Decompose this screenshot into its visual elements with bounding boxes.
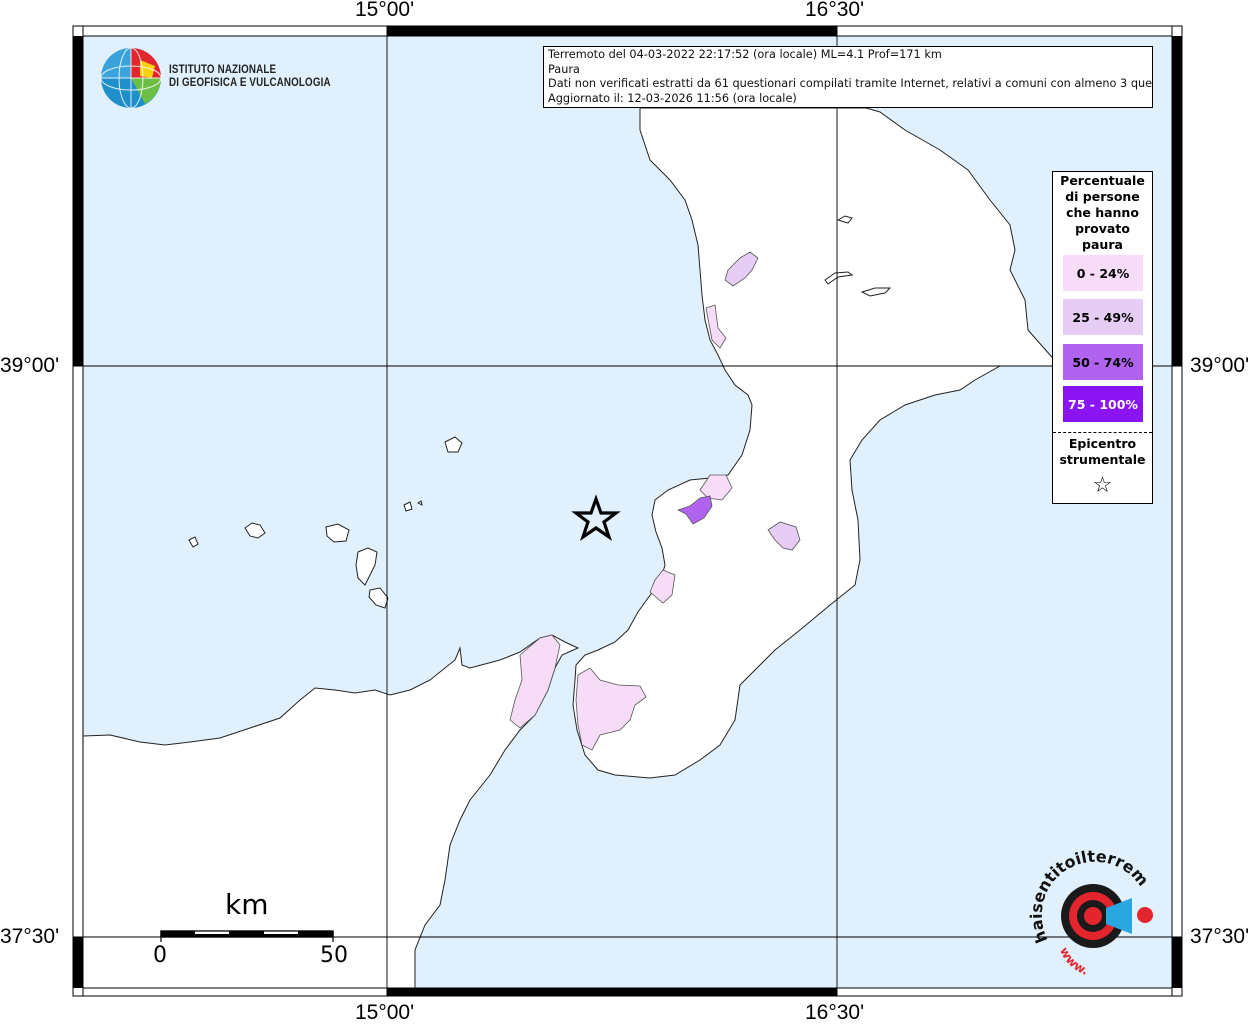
lat-label-right-2: 37°30' (1190, 925, 1250, 948)
institute-name: ISTITUTO NAZIONALE DI GEOFISICA E VULCAN… (169, 64, 331, 90)
legend-title-line: che hanno (1066, 205, 1139, 220)
legend-title-line: Percentuale (1060, 173, 1145, 188)
institute-line1: ISTITUTO NAZIONALE (169, 64, 277, 76)
legend: Percentuale di persone che hanno provato… (1052, 171, 1153, 504)
lon-label-bottom-1: 15°00' (355, 1001, 415, 1024)
lon-label-top-2: 16°30' (805, 0, 865, 21)
legend-title-line: paura (1082, 237, 1123, 252)
info-box: Terremoto del 04-03-2022 22:17:52 (ora l… (543, 46, 1153, 108)
lon-label-top-1: 15°00' (355, 0, 415, 21)
legend-class-25-49: 25 - 49% (1063, 299, 1143, 335)
lon-label-bottom-2: 16°30' (805, 1001, 865, 1024)
legend-epicenter-line: Epicentro (1068, 436, 1137, 451)
map-type-line: Paura (548, 62, 580, 76)
legend-separator (1053, 432, 1152, 433)
scale-max: 50 (320, 943, 348, 968)
lat-label-left-1: 39°00' (0, 354, 60, 377)
updated-line: Aggiornato il: 12-03-2026 11:56 (ora loc… (548, 91, 797, 105)
legend-title-line: provato (1075, 221, 1130, 236)
legend-class-50-74: 50 - 74% (1063, 344, 1143, 380)
legend-title: Percentuale di persone che hanno provato… (1053, 173, 1152, 253)
event-line: Terremoto del 04-03-2022 22:17:52 (ora l… (548, 48, 942, 61)
data-note-line: Dati non verificati estratti da 61 quest… (548, 77, 1152, 91)
legend-star-icon: ☆ (1092, 473, 1113, 498)
legend-epicenter-line: strumentale (1059, 452, 1146, 467)
legend-title-line: di persone (1065, 189, 1140, 204)
lat-label-right-1: 39°00' (1190, 354, 1250, 377)
institute-line2: DI GEOFISICA E VULCANOLOGIA (169, 77, 331, 89)
map-canvas[interactable]: haisentitoilterremoto.it www. (0, 0, 1255, 1024)
scale-unit: km (225, 888, 269, 921)
legend-class-75-100: 75 - 100% (1063, 386, 1143, 422)
ingv-logo-icon (100, 47, 162, 109)
scale-min: 0 (153, 943, 167, 968)
legend-class-0-24: 0 - 24% (1063, 255, 1143, 291)
legend-epicenter-label: Epicentro strumentale (1053, 436, 1152, 468)
lat-label-left-2: 37°30' (0, 925, 60, 948)
